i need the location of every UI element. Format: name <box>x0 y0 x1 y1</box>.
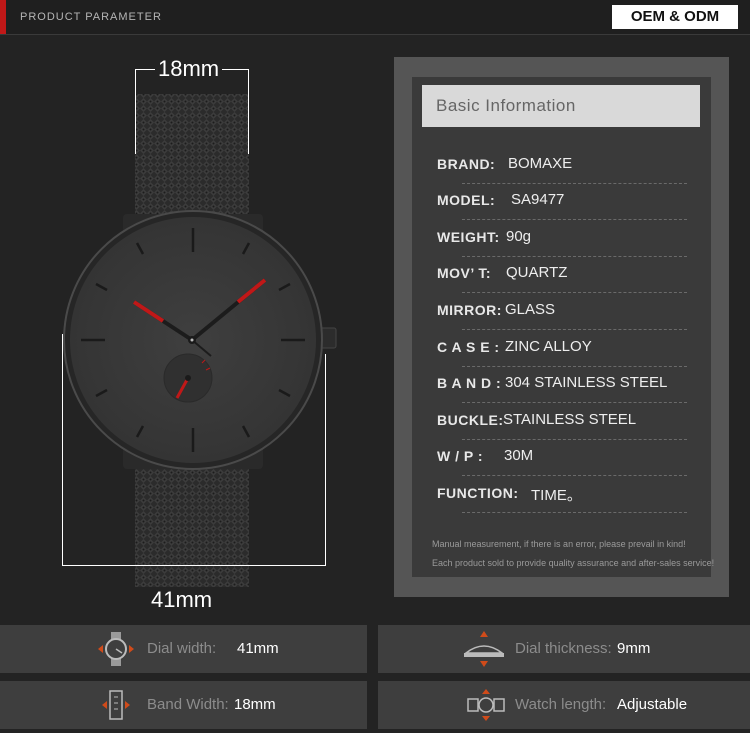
info-value: TIME。 <box>531 487 582 504</box>
page-title: PRODUCT PARAMETER <box>20 11 162 23</box>
info-value: 90g <box>506 228 532 245</box>
spec-value: Adjustable <box>617 696 688 713</box>
info-row-model: MODEL: SA9477 <box>437 184 687 220</box>
watch-image <box>63 94 337 587</box>
band-dimension-label: 18mm <box>155 58 223 80</box>
info-value: GLASS <box>505 301 556 318</box>
dial-dimension-label: 41mm <box>148 589 216 611</box>
info-key: MODEL: <box>437 192 496 208</box>
spec-value: 9mm <box>617 640 651 657</box>
info-row-mirror: MIRROR: GLASS <box>437 294 687 330</box>
info-value: BOMAXE <box>508 155 573 172</box>
info-row-weight: WEIGHT: 90g <box>437 221 687 257</box>
info-key: BUCKLE: <box>437 412 504 428</box>
spec-watch-length: Watch length: Adjustable <box>378 681 750 729</box>
basic-info-header: Basic Information <box>422 85 700 127</box>
spec-dial-thickness: Dial thickness: 9mm <box>378 625 750 673</box>
info-value: SA9477 <box>511 191 565 208</box>
spec-value: 18mm <box>234 696 276 713</box>
info-key: B A N D : <box>437 375 502 391</box>
spec-band-width: Band Width: 18mm <box>0 681 367 729</box>
info-key: WEIGHT: <box>437 229 500 245</box>
watch-illustration: 18mm 41mm <box>0 34 380 619</box>
info-key: FUNCTION: <box>437 485 519 501</box>
info-row-brand: BRAND: BOMAXE <box>437 148 687 184</box>
dial-width-icon <box>98 632 134 666</box>
info-key: MOV’ T: <box>437 265 492 281</box>
info-key: MIRROR: <box>437 302 502 318</box>
oem-odm-badge: OEM & ODM <box>612 5 738 29</box>
watch-length-icon <box>467 689 505 721</box>
info-value: ZINC ALLOY <box>505 338 592 355</box>
dial-dim-line <box>62 565 326 566</box>
disclaimer-note-1: Manual measurement, if there is an error… <box>432 539 686 549</box>
dial-dim-right-tick <box>325 354 326 566</box>
spec-label: Dial thickness: <box>515 640 612 657</box>
basic-info-title: Basic Information <box>436 96 576 115</box>
info-value: 30M <box>504 447 534 464</box>
band-dim-right-tick <box>248 69 249 154</box>
disclaimer-note-2: Each product sold to provide quality ass… <box>432 558 715 568</box>
info-row-water-resistance: W / P : 30M <box>437 440 687 476</box>
dial-thickness-icon <box>463 631 505 667</box>
info-row-function: FUNCTION: TIME。 <box>437 477 687 513</box>
info-value: 304 STAINLESS STEEL <box>505 374 668 391</box>
dial-dim-left-tick <box>62 334 63 566</box>
info-key: C A S E : <box>437 339 500 355</box>
spec-label: Band Width: <box>147 696 229 713</box>
band-top <box>135 94 249 229</box>
header-bar: PRODUCT PARAMETER OEM & ODM <box>0 0 750 35</box>
info-row-band: B A N D : 304 STAINLESS STEEL <box>437 367 687 403</box>
band-dim-left-tick <box>135 69 136 154</box>
spec-value: 41mm <box>237 640 279 657</box>
spec-label: Dial width: <box>147 640 217 657</box>
info-row-buckle: BUCKLE: STAINLESS STEEL <box>437 404 687 440</box>
info-value: STAINLESS STEEL <box>503 411 637 428</box>
info-key: BRAND: <box>437 156 496 172</box>
accent-mark <box>0 0 6 34</box>
info-key: W / P : <box>437 448 484 464</box>
spec-label: Watch length: <box>515 696 607 713</box>
info-row-movement: MOV’ T: QUARTZ <box>437 257 687 293</box>
band-width-icon <box>102 690 130 720</box>
info-row-case: C A S E : ZINC ALLOY <box>437 331 687 367</box>
band-bottom <box>135 455 249 587</box>
spec-dial-width: Dial width: 41mm <box>0 625 367 673</box>
info-value: QUARTZ <box>506 264 568 281</box>
